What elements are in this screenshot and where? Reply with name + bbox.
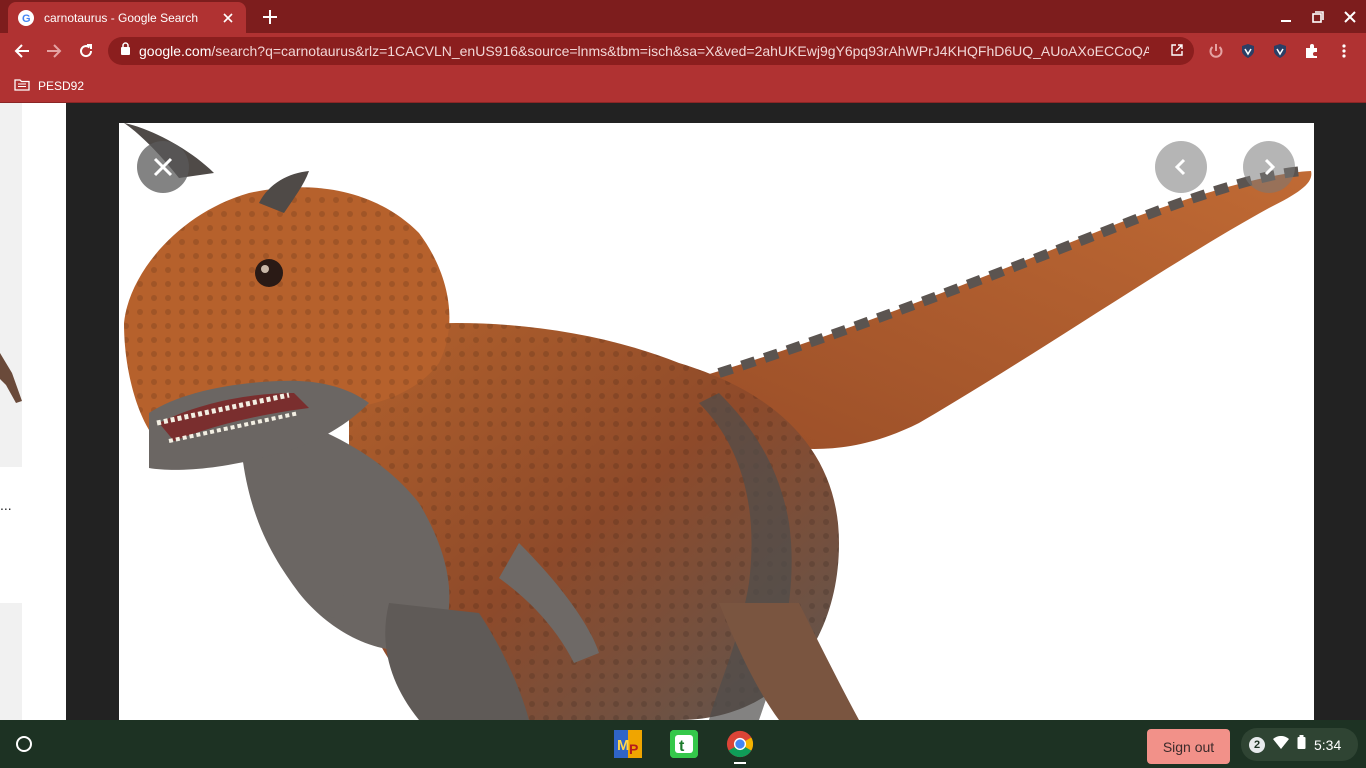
power-extension-icon[interactable] — [1206, 41, 1226, 61]
google-favicon-icon: G — [18, 9, 34, 26]
back-arrow-icon[interactable] — [8, 37, 36, 65]
carnotaurus-image[interactable] — [119, 123, 1314, 720]
shield-extension-icon[interactable] — [1238, 41, 1258, 61]
svg-text:P: P — [629, 741, 638, 757]
chrome-icon[interactable] — [726, 730, 754, 758]
notification-count-badge: 2 — [1249, 736, 1265, 753]
url-host: google.com — [139, 43, 212, 59]
status-tray[interactable]: 2 5:34 — [1241, 728, 1358, 761]
results-column: ... — [0, 103, 66, 720]
page-content: ... — [0, 103, 1366, 720]
new-tab-button[interactable] — [258, 6, 282, 28]
bookmarks-bar: PESD92 — [0, 70, 1366, 103]
svg-text:M: M — [617, 737, 630, 754]
t-app-icon[interactable]: t — [670, 730, 698, 758]
address-bar[interactable]: google.com/search?q=carnotaurus&rlz=1CAC… — [108, 37, 1194, 65]
url-text[interactable]: google.com/search?q=carnotaurus&rlz=1CAC… — [139, 43, 1149, 59]
sign-out-button[interactable]: Sign out — [1147, 729, 1230, 764]
puzzle-extensions-icon[interactable] — [1302, 41, 1322, 61]
forward-arrow-icon[interactable] — [40, 37, 68, 65]
url-path: /search?q=carnotaurus&rlz=1CACVLN_enUS91… — [211, 43, 1149, 59]
bookmark-folder-pesd92[interactable]: PESD92 — [14, 76, 84, 96]
result-thumbnail-2[interactable] — [0, 603, 22, 720]
launcher-circle-icon[interactable] — [9, 729, 39, 759]
image-preview-panel — [66, 103, 1366, 720]
clock-time: 5:34 — [1314, 736, 1342, 753]
menu-kebab-icon[interactable] — [1334, 41, 1354, 61]
restore-icon[interactable] — [1306, 6, 1330, 28]
folder-icon — [14, 78, 30, 94]
previous-image-button[interactable] — [1155, 141, 1207, 193]
close-window-icon[interactable] — [1338, 6, 1362, 28]
mp-app-icon[interactable]: MP — [614, 730, 642, 758]
system-shelf: MP t Sign out 2 5:34 — [0, 720, 1366, 768]
lock-icon[interactable] — [120, 42, 131, 60]
reload-icon[interactable] — [72, 37, 100, 65]
shield-extension-2-icon[interactable] — [1270, 41, 1290, 61]
bookmark-label: PESD92 — [38, 79, 85, 93]
svg-text:t: t — [679, 738, 685, 755]
svg-text:G: G — [22, 13, 31, 24]
result-thumbnail[interactable] — [0, 103, 22, 467]
next-image-button[interactable] — [1243, 141, 1295, 193]
tab-close-icon[interactable] — [220, 10, 236, 26]
minimize-icon[interactable] — [1274, 6, 1298, 28]
browser-toolbar: google.com/search?q=carnotaurus&rlz=1CAC… — [0, 33, 1366, 70]
browser-tab[interactable]: G carnotaurus - Google Search — [8, 2, 246, 33]
tab-title: carnotaurus - Google Search — [44, 10, 199, 25]
open-external-icon[interactable] — [1170, 43, 1184, 62]
close-preview-button[interactable] — [137, 141, 189, 193]
tab-strip: G carnotaurus - Google Search — [0, 0, 1366, 33]
result-ellipsis: ... — [0, 497, 12, 513]
running-indicator — [734, 762, 746, 764]
battery-icon — [1297, 735, 1306, 754]
wifi-icon — [1273, 735, 1289, 754]
